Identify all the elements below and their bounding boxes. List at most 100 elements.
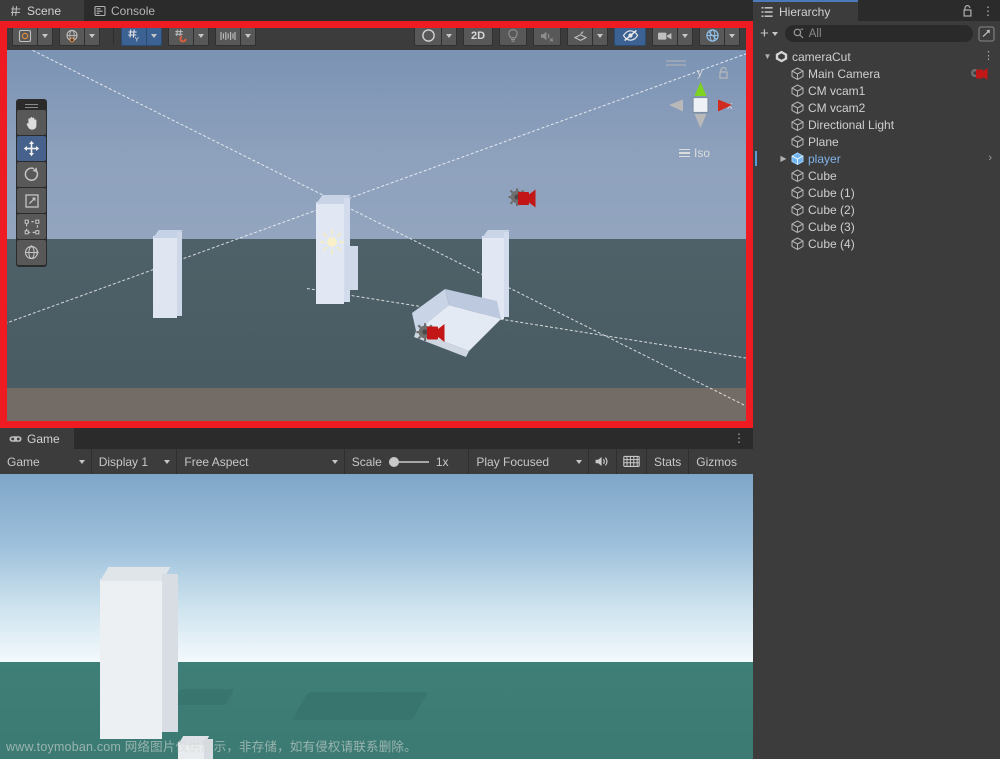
search-input[interactable]: All	[784, 25, 973, 42]
globe-icon[interactable]	[59, 25, 85, 46]
audio-mute-icon[interactable]	[533, 25, 561, 46]
kebab-icon[interactable]: ⋮	[983, 49, 994, 63]
rotate-tool[interactable]	[17, 162, 46, 187]
chevron-right-icon[interactable]: ▶	[777, 154, 790, 163]
kebab-icon[interactable]: ⋮	[982, 5, 994, 17]
gizmos-button[interactable]: Gizmos	[689, 449, 744, 474]
effects-icon[interactable]	[567, 25, 593, 46]
hierarchy-item-cube-2[interactable]: Cube (2)	[753, 201, 1000, 218]
game-view[interactable]: Game ⋮ Game Display 1 Free Aspect Scale …	[0, 428, 753, 759]
gameobject-icon	[790, 135, 805, 148]
pivot-dropdown[interactable]	[12, 25, 59, 46]
hierarchy-item-directional-light[interactable]: Directional Light	[753, 116, 1000, 133]
pivot-caret[interactable]	[38, 25, 53, 46]
ruler-dropdown[interactable]	[215, 25, 262, 46]
scene-player-cube[interactable]	[409, 271, 519, 366]
scene-visibility-icon[interactable]	[614, 25, 646, 46]
scale-label: Scale	[351, 454, 382, 469]
game-tab-menu-icon[interactable]: ⋮	[733, 431, 745, 445]
tools-grip[interactable]	[16, 99, 47, 110]
transform-tool[interactable]	[17, 240, 46, 265]
gizmos-icon[interactable]	[699, 25, 725, 46]
stats-button[interactable]: Stats	[647, 449, 690, 474]
cinemachine-vcam-gizmo-1[interactable]	[415, 320, 445, 346]
grid-overlay-icon	[623, 455, 640, 468]
toggle-2d-button[interactable]: 2D	[463, 25, 493, 46]
ruler-caret[interactable]	[241, 25, 256, 46]
scene-camera-caret[interactable]	[678, 25, 693, 46]
move-tool[interactable]	[17, 136, 46, 161]
grid-caret[interactable]	[147, 25, 162, 46]
projection-mode-toggle[interactable]: Iso	[678, 146, 710, 160]
handle-space-caret[interactable]	[85, 25, 100, 46]
hierarchy-item-label: Cube (1)	[808, 185, 855, 200]
game-view-label: Game	[7, 454, 40, 469]
gizmos-dropdown[interactable]	[699, 25, 746, 46]
rect-tool[interactable]	[17, 214, 46, 239]
scale-slider-group[interactable]: Scale 1x	[345, 449, 470, 474]
lock-icon[interactable]	[962, 4, 973, 17]
grid-dropdown[interactable]: Y	[121, 25, 168, 46]
ruler-icon[interactable]	[215, 25, 241, 46]
tab-hierarchy[interactable]: Hierarchy	[753, 0, 858, 21]
scale-slider[interactable]	[388, 456, 429, 467]
hierarchy-item-player[interactable]: ▶ player ›	[753, 150, 1000, 167]
hierarchy-item-cube-4[interactable]: Cube (4)	[753, 235, 1000, 252]
play-focus-dropdown[interactable]: Play Focused	[469, 449, 589, 474]
scene-tools-palette[interactable]	[16, 99, 47, 267]
hierarchy-item-cameracut[interactable]: ▼ cameraCut ⋮	[753, 48, 1000, 65]
chevron-down-icon	[575, 459, 582, 464]
hierarchy-item-cube-1[interactable]: Cube (1)	[753, 184, 1000, 201]
snap-dropdown[interactable]	[168, 25, 215, 46]
effects-caret[interactable]	[593, 25, 608, 46]
gizmos-caret[interactable]	[725, 25, 740, 46]
toggle-stats-grid-button[interactable]	[617, 449, 647, 474]
draw-mode-dropdown[interactable]	[414, 25, 463, 46]
chevron-down-icon[interactable]: ▼	[761, 52, 774, 61]
gizmo-axes[interactable]	[666, 80, 736, 132]
camera-icon[interactable]	[652, 25, 678, 46]
lock-icon[interactable]	[718, 66, 729, 79]
shading-sphere-icon[interactable]	[414, 25, 442, 46]
aspect-dropdown[interactable]: Free Aspect	[177, 449, 345, 474]
effects-dropdown[interactable]	[567, 25, 614, 46]
gameobject-icon	[790, 220, 805, 233]
tab-scene[interactable]: Scene	[0, 0, 84, 21]
lighting-icon[interactable]	[499, 25, 527, 46]
cinemachine-vcam-gizmo-2[interactable]	[507, 187, 537, 213]
open-prefab-chevron-icon[interactable]: ›	[988, 151, 992, 166]
search-scope-button[interactable]	[978, 25, 995, 42]
display-dropdown[interactable]: Display 1	[92, 449, 178, 474]
add-gameobject-button[interactable]: +	[758, 25, 780, 42]
snap-caret[interactable]	[194, 25, 209, 46]
grid-axis-icon[interactable]: Y	[121, 25, 147, 46]
hierarchy-tree[interactable]: ▼ cameraCut ⋮ Main Camera CM vcam1 CM vcam2 Di…	[753, 46, 1000, 759]
tab-game[interactable]: Game	[0, 428, 74, 449]
hierarchy-item-main-camera[interactable]: Main Camera	[753, 65, 1000, 82]
game-toolbar: Game Display 1 Free Aspect Scale 1x Play…	[0, 449, 753, 474]
hand-tool[interactable]	[17, 110, 46, 135]
game-viewport[interactable]: www.toymoban.com 网络图片仅供展示，非存储，如有侵权请联系删除。	[0, 474, 753, 759]
draw-mode-caret[interactable]	[442, 25, 457, 46]
directional-light-gizmo[interactable]	[318, 228, 346, 256]
mute-audio-button[interactable]	[589, 449, 617, 474]
pivot-icon[interactable]	[12, 25, 38, 46]
hierarchy-item-cube[interactable]: Cube	[753, 167, 1000, 184]
aspect-label: Free Aspect	[184, 454, 249, 469]
hierarchy-item-cm-vcam1[interactable]: CM vcam1	[753, 82, 1000, 99]
handle-space-dropdown[interactable]	[59, 25, 106, 46]
scene-viewport[interactable]: y x	[7, 50, 746, 421]
tab-console[interactable]: Console	[84, 0, 180, 21]
hierarchy-item-plane[interactable]: Plane	[753, 133, 1000, 150]
scale-tool[interactable]	[17, 188, 46, 213]
gizmos-caret[interactable]	[744, 449, 753, 474]
tab-hierarchy-label: Hierarchy	[779, 4, 831, 19]
scene-camera-dropdown[interactable]	[652, 25, 699, 46]
hierarchy-item-label: Directional Light	[808, 117, 895, 132]
prefab-icon	[790, 152, 805, 165]
scene-view[interactable]: Y 2D y Iso	[0, 21, 753, 428]
hierarchy-item-cm-vcam2[interactable]: CM vcam2	[753, 99, 1000, 116]
hierarchy-item-cube-3[interactable]: Cube (3)	[753, 218, 1000, 235]
game-view-dropdown[interactable]: Game	[0, 449, 92, 474]
snap-magnet-icon[interactable]	[168, 25, 194, 46]
